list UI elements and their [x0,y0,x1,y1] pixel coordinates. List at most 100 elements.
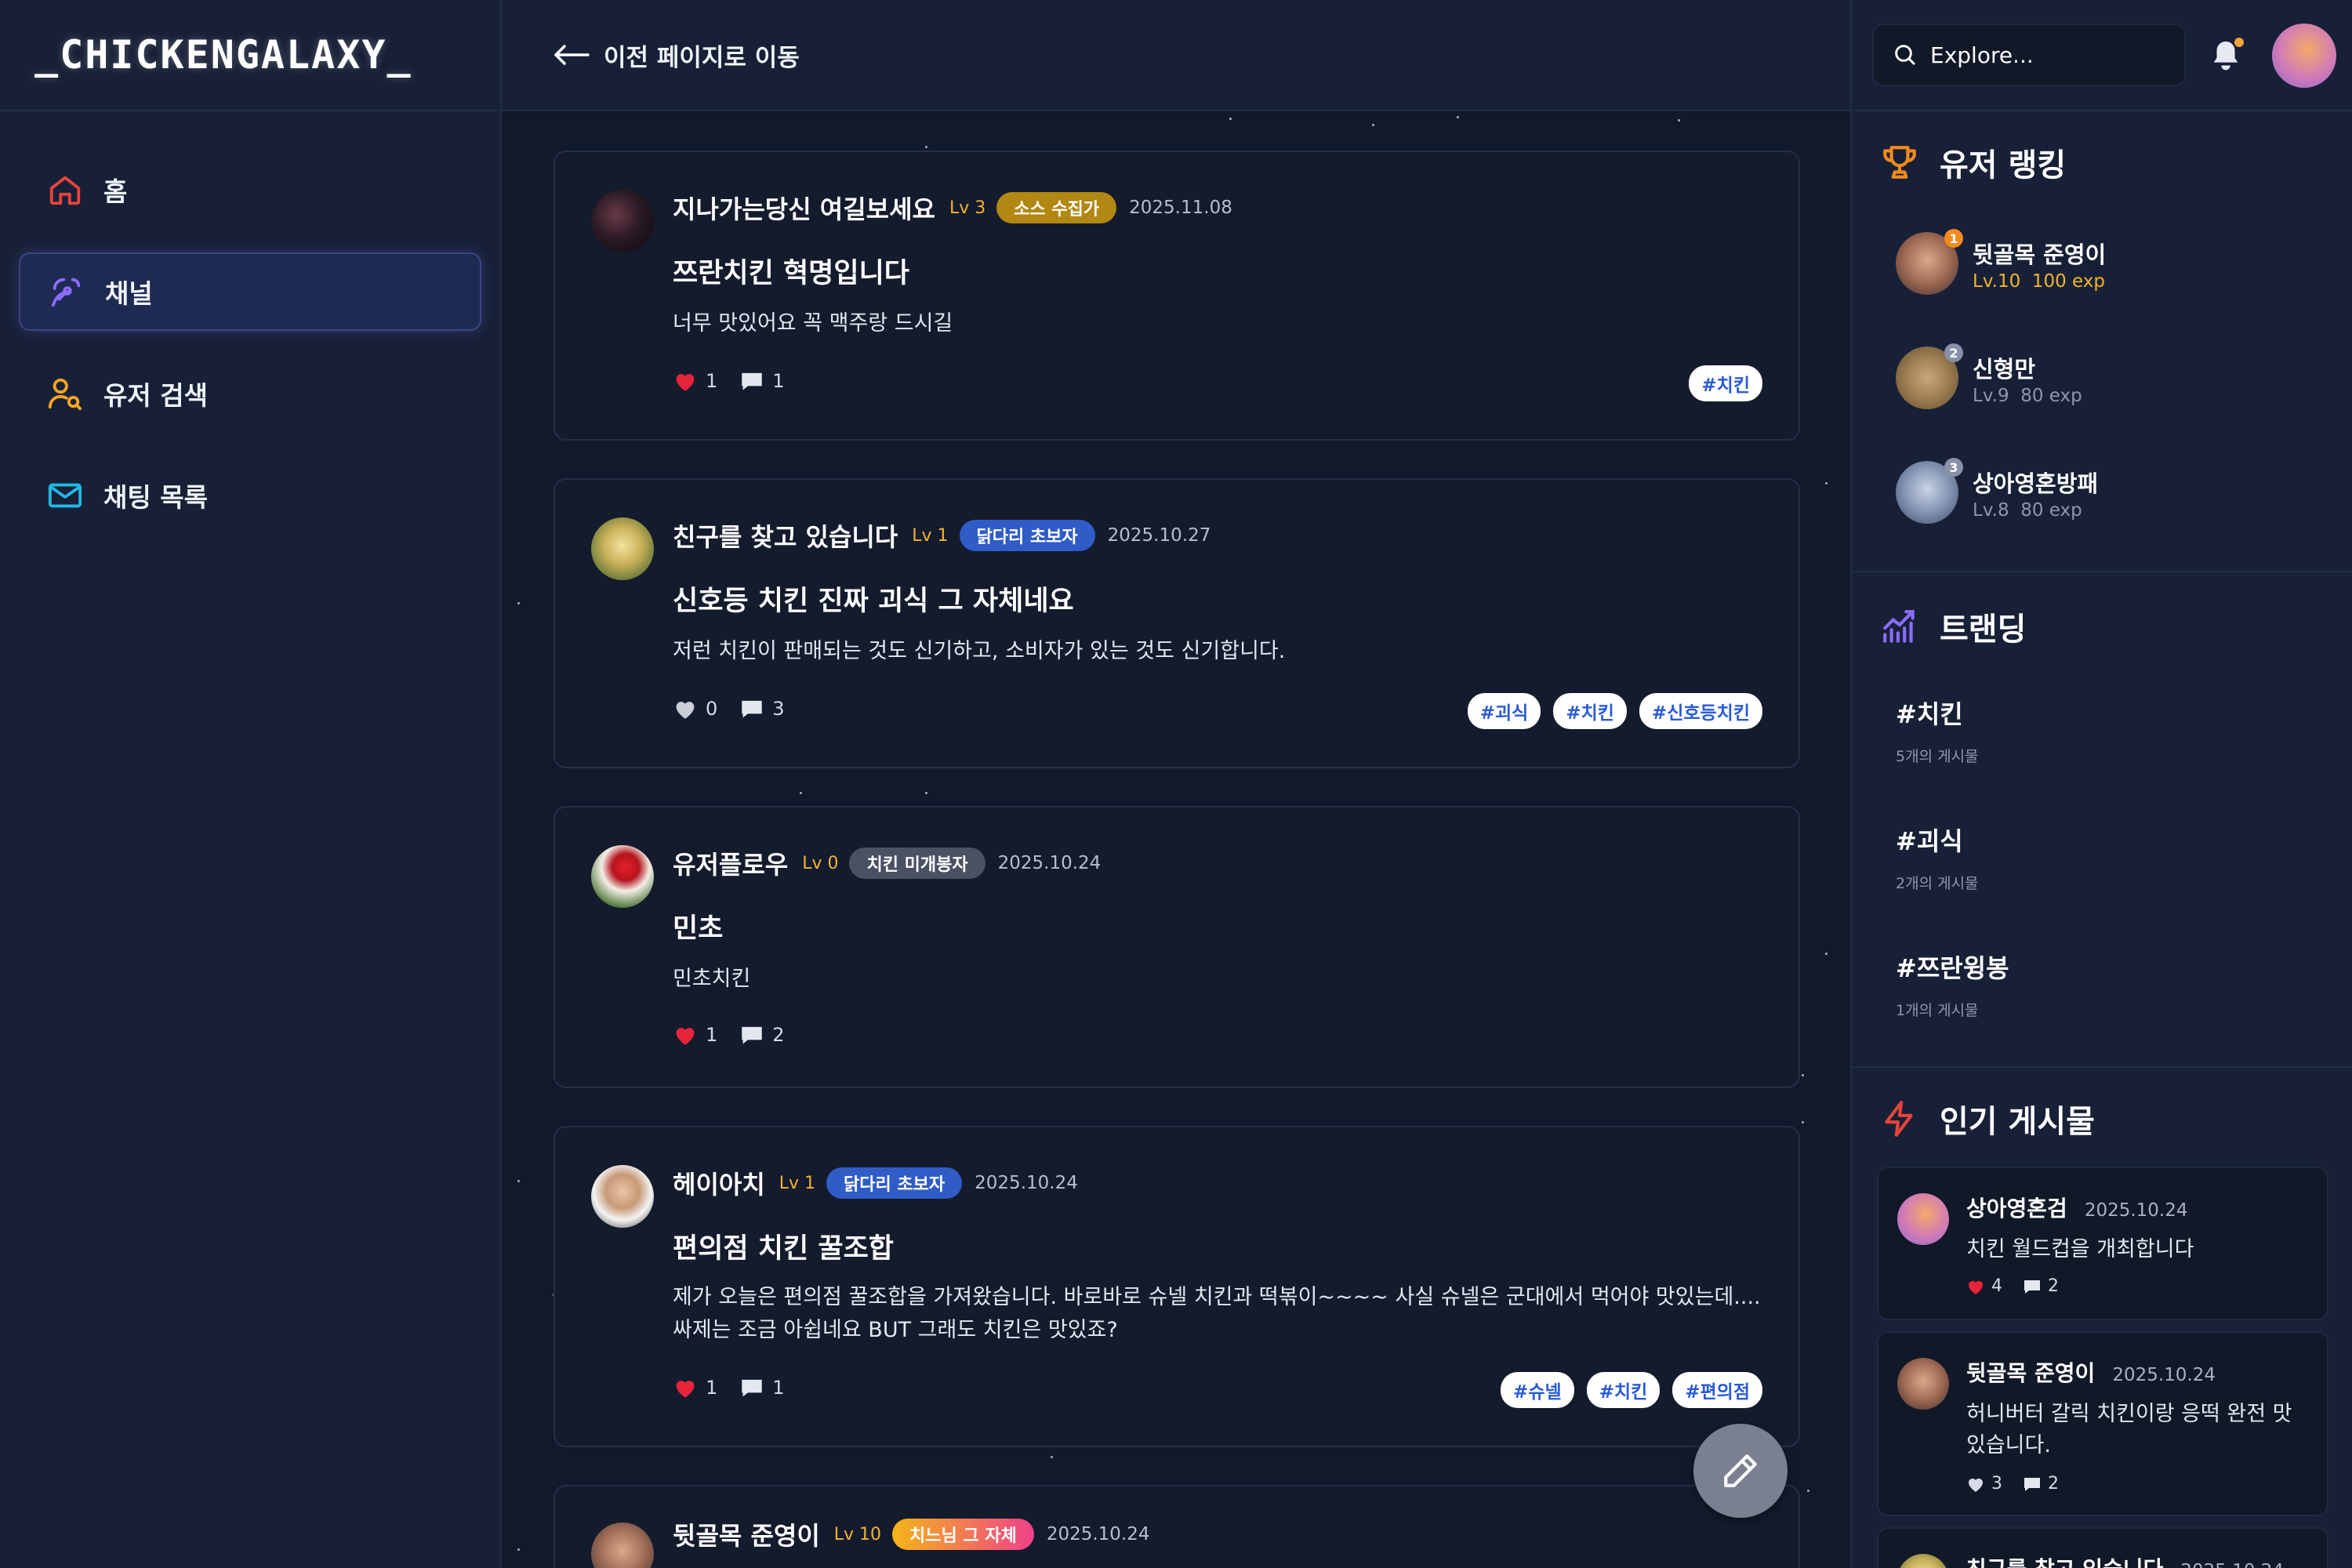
comment-icon [2024,1477,2040,1491]
post-body: 너무 맛있어요 꼭 맥주랑 드시길 [673,311,953,336]
like-count: 4 [1991,1276,2002,1296]
post-card[interactable]: 친구를 찾고 있습니다 Lv 1 닭다리 초보자 2025.10.27 신호등 … [554,478,1800,768]
popular-post-card[interactable]: 상아영혼검 2025.10.24 치킨 월드컵을 개최합니다 4 2 [1877,1167,2328,1320]
popular-posts-section: 인기 게시물 상아영혼검 2025.10.24 치킨 월드컵을 개최합니다 4 … [1852,1068,2352,1568]
logo-text-right: GALAXY_ [235,32,412,78]
tag-chip[interactable]: #슈넬 [1501,1372,1574,1408]
write-post-button[interactable] [1693,1424,1788,1518]
rank-user-name: 뒷골목 준영이 [1973,241,2107,268]
user-badge: 닭다리 초보자 [959,520,1095,551]
sidebar-item-home[interactable]: 홈 [19,151,481,229]
avatar[interactable] [591,1523,654,1568]
search-placeholder: Explore... [1930,42,2034,68]
popular-post-card[interactable]: 친구를 찾고 있습니다 2025.10.24 [1877,1527,2328,1568]
tag-chip[interactable]: #괴식 [1467,693,1541,729]
post-stats: 1 2 [673,1024,785,1046]
trending-count: 2개의 게시물 [1896,875,1979,892]
user-level: Lv 3 [949,198,986,218]
post-title[interactable]: 민초 [673,906,723,946]
post-header: 친구를 찾고 있습니다 Lv 1 닭다리 초보자 2025.10.27 [673,517,1210,554]
ranking-item[interactable]: 3 상아영혼방패 Lv.8 80 exp [1896,453,2335,532]
comment-icon[interactable] [739,1377,764,1399]
post-card[interactable]: 뒷골목 준영이 Lv 10 치느님 그 자체 2025.10.24 [554,1485,1800,1568]
heart-icon[interactable] [673,698,698,720]
post-author[interactable]: 친구를 찾고 있습니다 [673,517,898,554]
popular-post-card[interactable]: 뒷골목 준영이 2025.10.24 허니버터 갈릭 치킨이랑 응떡 완전 맛있… [1877,1331,2328,1516]
post-title[interactable]: 신호등 치킨 진짜 괴식 그 자체네요 [673,579,1074,619]
post-card[interactable]: 유저플로우 Lv 0 치킨 미개봉자 2025.10.24 민초 민초치킨 1 … [554,806,1800,1088]
sidebar-nav: 홈 채널 유저 검색 채팅 목록 [0,111,500,535]
popular-post-stats: 4 2 [1966,1276,2059,1296]
popular-post-author: 상아영혼검 [1966,1196,2067,1221]
ranking-item[interactable]: 1 뒷골목 준영이 Lv.10 100 exp [1896,224,2335,303]
user-badge: 치느님 그 자체 [892,1519,1034,1550]
popular-post-header: 뒷골목 준영이 2025.10.24 [1966,1356,2216,1388]
sidebar-item-chat-list[interactable]: 채팅 목록 [19,456,481,535]
sidebar-item-user-search[interactable]: 유저 검색 [19,354,481,433]
comment-count: 2 [772,1024,785,1046]
satellite-icon [47,272,86,311]
trending-item[interactable]: #괴식 2개의 게시물 [1896,822,1979,893]
user-badge: 소스 수집가 [996,192,1117,223]
avatar[interactable] [591,845,654,908]
popular-title: 인기 게시물 [1880,1096,2095,1142]
post-date: 2025.11.08 [1129,198,1232,218]
like-count: 1 [706,370,718,392]
heart-icon[interactable] [673,370,698,392]
logo[interactable]: _CHICKENGALAXY_ [34,32,412,78]
back-nav[interactable]: 이전 페이지로 이동 [502,0,1850,111]
post-body: 저런 치킨이 판매되는 것도 신기하고, 소비자가 있는 것도 신기합니다. [673,639,1286,663]
trending-item[interactable]: #치킨 5개의 게시물 [1896,695,1979,766]
post-author[interactable]: 지나가는당신 여길보세요 [673,190,935,226]
logo-text-left: _CHICKEN [34,32,236,78]
trending-tag: #쯔란윙봉 [1896,953,2009,983]
rank-level: Lv.8 [1973,500,2009,521]
avatar[interactable] [591,1165,654,1228]
user-badge: 닭다리 초보자 [826,1167,963,1199]
ranking-item[interactable]: 2 신형만 Lv.9 80 exp [1896,339,2335,417]
trending-chart-icon [1883,610,1915,643]
trending-item[interactable]: #쯔란윙봉 1개의 게시물 [1896,949,2009,1020]
rank-user-name: 상아영혼방패 [1973,470,2099,497]
post-card[interactable]: 지나가는당신 여길보세요 Lv 3 소스 수집가 2025.11.08 쯔란치킨… [554,151,1800,441]
like-count: 1 [706,1024,718,1046]
heart-icon[interactable] [673,1024,698,1046]
post-stats: 1 1 [673,370,785,392]
comment-icon[interactable] [739,370,764,392]
popular-post-date: 2025.10.24 [2180,1561,2284,1568]
rank-user-stats: Lv.10 100 exp [1973,271,2105,292]
like-count: 1 [706,1377,718,1399]
tag-chip[interactable]: #치킨 [1586,1372,1661,1408]
avatar[interactable] [591,190,654,252]
user-search-icon [45,374,85,413]
tag-chip[interactable]: #치킨 [1553,693,1627,729]
post-author[interactable]: 유저플로우 [673,845,788,881]
rank-level: Lv.9 [1973,386,2009,406]
sidebar-item-label: 채널 [105,278,153,309]
post-title[interactable]: 쯔란치킨 혁명입니다 [673,251,909,291]
rank-number-badge: 3 [1944,458,1963,477]
comment-icon [2024,1279,2040,1294]
user-level: Lv 1 [779,1173,816,1193]
post-author[interactable]: 헤이아치 [673,1165,765,1201]
sidebar-item-channel[interactable]: 채널 [19,252,481,331]
popular-post-header: 친구를 찾고 있습니다 2025.10.24 [1966,1552,2284,1568]
post-date: 2025.10.24 [997,853,1102,873]
post-tags: #괴식 #치킨 #신호등치킨 [1455,693,1762,729]
rank-exp: 80 exp [2020,500,2082,521]
tag-chip[interactable]: #치킨 [1689,365,1762,401]
post-title[interactable]: 편의점 치킨 꿀조합 [673,1226,894,1266]
comment-icon[interactable] [739,698,764,720]
rank-user-name: 신형만 [1973,356,2036,383]
avatar[interactable] [591,517,654,580]
post-author[interactable]: 뒷골목 준영이 [673,1516,820,1552]
heart-icon[interactable] [673,1377,698,1399]
post-card[interactable]: 헤이아치 Lv 1 닭다리 초보자 2025.10.24 편의점 치킨 꿀조합 … [554,1126,1800,1447]
profile-avatar[interactable] [2272,24,2336,88]
tag-chip[interactable]: #편의점 [1672,1372,1762,1408]
search-input[interactable]: Explore... [1872,24,2186,86]
tag-chip[interactable]: #신호등치킨 [1639,693,1762,729]
like-count: 3 [1991,1474,2002,1494]
post-date: 2025.10.24 [1046,1524,1150,1544]
comment-icon[interactable] [739,1024,764,1046]
